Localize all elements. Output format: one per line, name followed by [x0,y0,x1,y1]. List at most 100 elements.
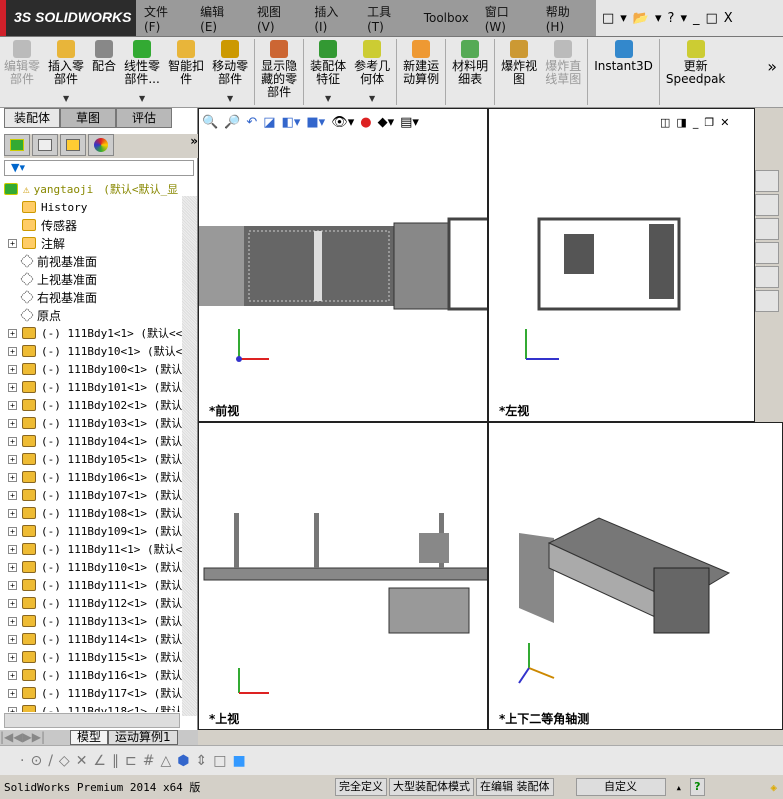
tree-part[interactable]: + (-) 111Bdy11<1> (默认<< [8,540,182,558]
dropdown-arrow-icon[interactable]: ▼ [325,92,331,105]
tree-part[interactable]: + (-) 111Bdy105<1> (默认< [8,450,182,468]
zoom-to-fit-icon[interactable]: 🔍 [202,115,218,130]
expand-icon[interactable]: + [8,490,17,500]
tree-part[interactable]: + (-) 111Bdy116<1> (默认< [8,666,182,684]
view-settings-icon[interactable]: ▤▾ [400,115,419,130]
tree-part[interactable]: + (-) 111Bdy104<1> (默认< [8,432,182,450]
file-explorer-icon[interactable] [755,218,779,240]
more-commands-button[interactable]: » [761,37,783,107]
tab-2[interactable]: 评估 [116,108,172,128]
box-icon[interactable]: □ [213,753,226,769]
tab-0[interactable]: 装配体 [4,108,60,128]
tree-part[interactable]: + (-) 111Bdy110<1> (默认< [8,558,182,576]
close-icon[interactable]: ✕ [720,116,729,129]
open-icon[interactable]: 📂 [633,11,649,26]
menu-item[interactable]: 窗口(W) [477,3,538,34]
open-dropdown-icon[interactable]: ▾ [655,11,662,26]
single-view-icon[interactable]: ◨ [676,116,686,129]
tree-part[interactable]: + (-) 111Bdy10<1> (默认<< [8,342,182,360]
link-views-icon[interactable]: ◫ [660,116,670,129]
expand-icon[interactable]: + [8,472,17,482]
tree-part[interactable]: + (-) 111Bdy117<1> (默认< [8,684,182,702]
tree-item[interactable]: History [22,198,87,216]
command-button[interactable]: 智能扣 件 [164,37,208,107]
command-button[interactable]: 爆炸视 图 [497,37,541,107]
design-library-icon[interactable] [755,194,779,216]
expand-icon[interactable]: + [8,364,17,374]
line-icon[interactable]: / [48,753,53,769]
tree-item[interactable]: 右视基准面 [19,288,97,306]
menu-item[interactable]: 工具(T) [359,3,416,34]
point-icon[interactable]: · [20,753,24,769]
display-style-icon[interactable]: ■▾ [306,115,325,130]
solidworks-logo[interactable]: 3S SOLIDWORKS [0,0,136,36]
tree-part[interactable]: + (-) 111Bdy111<1> (默认< [8,576,182,594]
help-dropdown-icon[interactable]: ▾ [680,11,687,26]
expand-icon[interactable]: + [8,346,17,356]
tree-part[interactable]: + (-) 111Bdy113<1> (默认< [8,612,182,630]
display-manager-tab[interactable] [88,134,114,156]
tree-part[interactable]: + (-) 111Bdy112<1> (默认< [8,594,182,612]
property-manager-tab[interactable] [32,134,58,156]
tree-part[interactable]: + (-) 111Bdy1<1> (默认<<默 [8,324,182,342]
appearances-icon[interactable] [755,266,779,288]
tree-part[interactable]: + (-) 111Bdy102<1> (默认< [8,396,182,414]
viewport-left[interactable]: *左视 [488,108,755,422]
triangle-icon[interactable]: △ [160,753,171,769]
command-button[interactable]: 参考几 何体 ▼ [350,37,394,107]
tree-part[interactable]: + (-) 111Bdy103<1> (默认< [8,414,182,432]
tree-part[interactable]: + (-) 111Bdy107<1> (默认< [8,486,182,504]
expand-icon[interactable]: + [8,328,17,338]
new-document-icon[interactable]: □ [602,11,614,26]
tree-part[interactable]: + (-) 111Bdy115<1> (默认< [8,648,182,666]
angle-icon[interactable]: ∠ [93,753,106,769]
tree-vertical-scrollbar[interactable] [182,196,197,716]
bottom-tab-0[interactable]: 模型 [70,730,109,745]
expand-icon[interactable]: + [8,454,17,464]
tree-part[interactable]: + (-) 111Bdy108<1> (默认< [8,504,182,522]
expand-icon[interactable]: + [8,436,17,446]
previous-view-icon[interactable]: ↶ [246,115,257,130]
command-button[interactable]: 爆炸直 线草图 [541,37,585,107]
menu-item[interactable]: Toolbox [416,11,477,25]
expand-icon[interactable]: + [8,616,17,626]
help-icon[interactable]: ? [690,778,705,796]
expand-icon[interactable]: + [8,382,17,392]
expand-panel-icon[interactable]: » [190,134,198,158]
feature-tree-tab[interactable] [4,134,30,156]
command-button[interactable]: 插入零 部件 ▼ [44,37,88,107]
menu-item[interactable]: 编辑(E) [192,3,249,34]
command-button[interactable]: 材料明 细表 [448,37,492,107]
command-button[interactable]: 更新 Speedpak [662,37,730,107]
tree-item[interactable]: 原点 [19,306,61,324]
viewport-front[interactable]: *前视 [198,108,488,422]
body-icon[interactable]: ⬢ [177,753,189,769]
bottom-tab-1[interactable]: 运动算例1 [108,730,178,745]
new-dropdown-icon[interactable]: ▾ [620,11,627,26]
command-button[interactable]: 装配体 特征 ▼ [306,37,350,107]
expand-icon[interactable]: + [8,706,17,712]
section-view-icon[interactable]: ◪ [263,115,275,130]
expand-icon[interactable]: + [8,238,17,248]
tree-part[interactable]: + (-) 111Bdy118<1> (默认< [8,702,182,712]
tree-item[interactable]: 前视基准面 [19,252,97,270]
command-button[interactable]: Instant3D [590,37,657,107]
hide-show-icon[interactable]: 👁▾ [331,115,354,130]
expand-icon[interactable]: + [8,400,17,410]
configuration-manager-tab[interactable] [60,134,86,156]
grid-icon[interactable]: # [143,753,155,769]
trim-icon[interactable]: ✕ [76,753,88,769]
viewport-top[interactable]: *上视 [198,422,488,730]
viewport-isometric[interactable]: *上下二等角轴测 [488,422,783,730]
menu-item[interactable]: 文件(F) [136,3,192,34]
menu-item[interactable]: 插入(I) [306,3,359,34]
expand-icon[interactable]: + [8,580,17,590]
tree-part[interactable]: + (-) 111Bdy101<1> (默认< [8,378,182,396]
tab-1[interactable]: 草图 [60,108,116,128]
expand-icon[interactable]: + [8,418,17,428]
perpendicular-icon[interactable]: ⊏ [125,753,137,769]
command-button[interactable]: 编辑零 部件 [0,37,44,107]
expand-icon[interactable]: + [8,652,17,662]
maximize-window-button[interactable]: □ [705,11,717,26]
tree-part[interactable]: + (-) 111Bdy106<1> (默认< [8,468,182,486]
